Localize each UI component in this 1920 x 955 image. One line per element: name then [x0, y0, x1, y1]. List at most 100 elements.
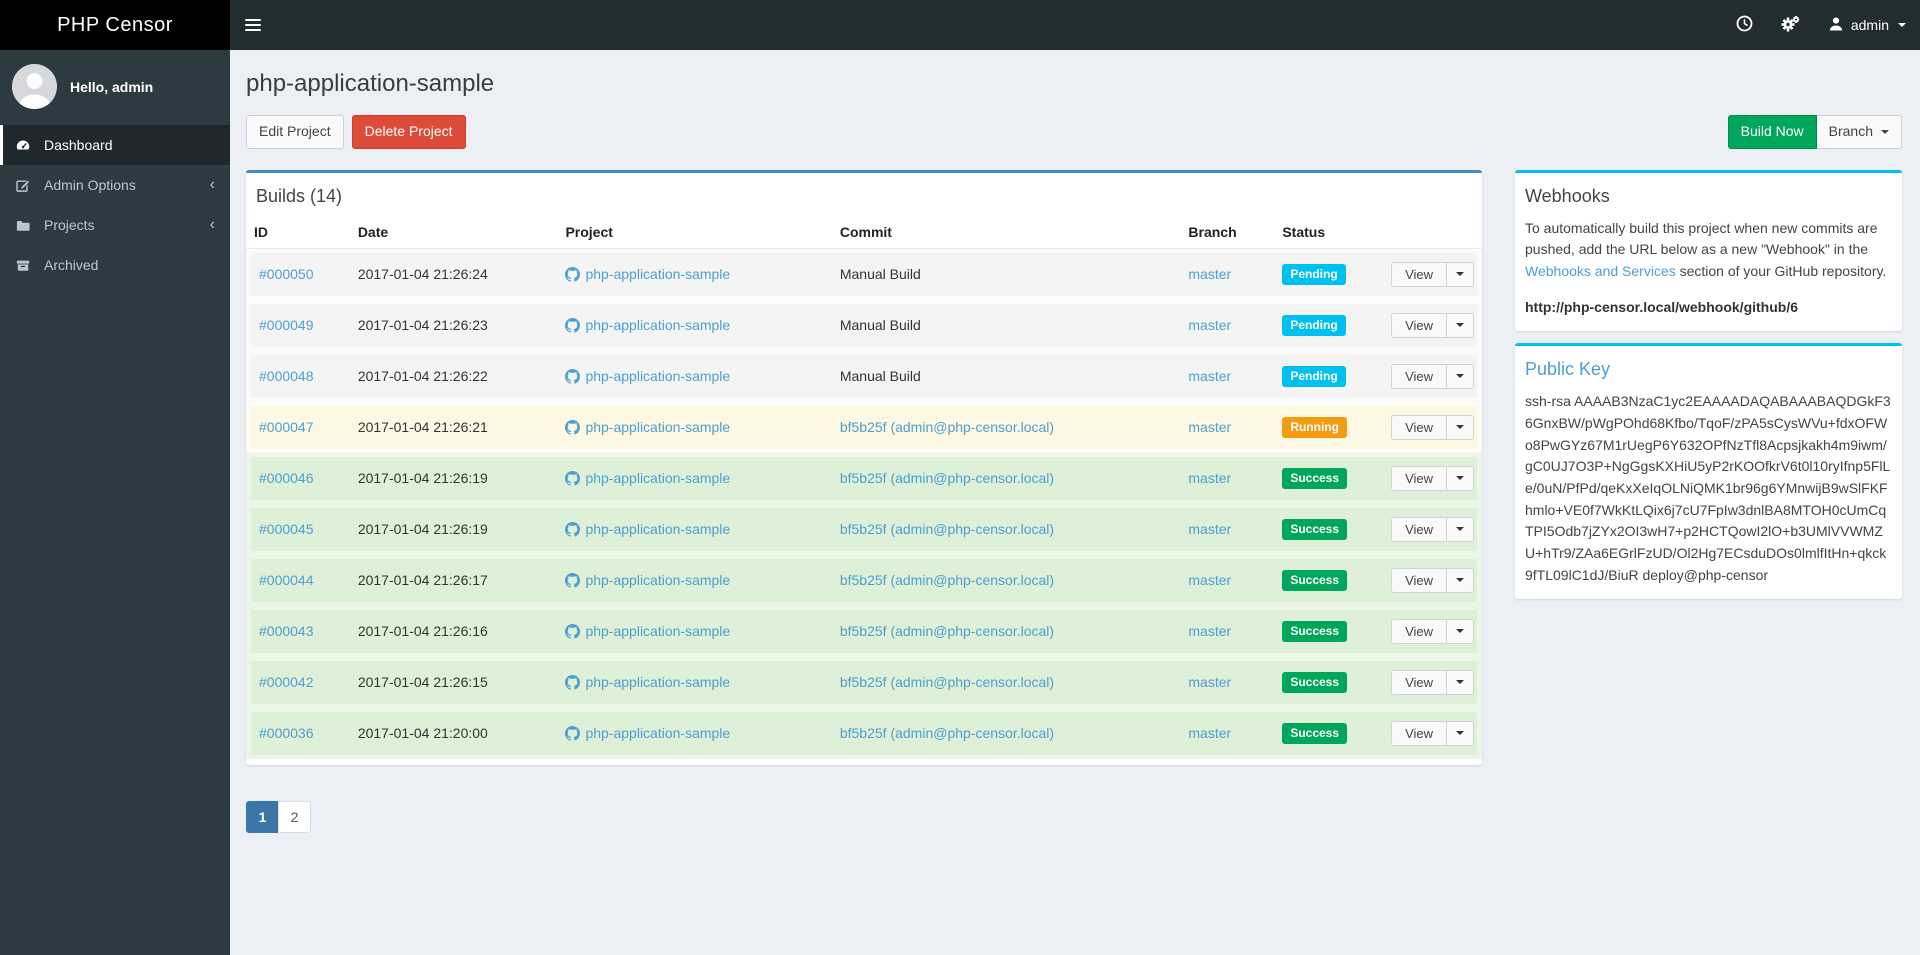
view-button[interactable]: View [1391, 312, 1448, 338]
build-branch-link[interactable]: master [1188, 674, 1231, 690]
view-dropdown-toggle[interactable] [1447, 465, 1475, 491]
build-commit[interactable]: bf5b25f (admin@php-censor.local) [840, 521, 1054, 537]
view-dropdown-toggle[interactable] [1447, 567, 1475, 593]
view-button-group: View [1391, 312, 1475, 338]
build-commit[interactable]: bf5b25f (admin@php-censor.local) [840, 725, 1054, 741]
sidebar-item-projects[interactable]: Projects ‹ [0, 205, 230, 245]
build-branch-link[interactable]: master [1188, 419, 1231, 435]
sidebar-toggle-button[interactable] [230, 0, 276, 50]
project-link-label[interactable]: php-application-sample [585, 521, 730, 537]
view-button-group: View [1391, 618, 1475, 644]
builds-panel: Builds (14) ID Date Project Commit Branc… [246, 169, 1482, 765]
pencil-square-icon [15, 178, 35, 193]
webhooks-description: To automatically build this project when… [1525, 218, 1892, 283]
builds-table-header-row: ID Date Project Commit Branch Status [246, 216, 1482, 249]
pagination: 1 2 [246, 800, 311, 833]
build-id-link[interactable]: #000042 [259, 674, 314, 690]
view-button[interactable]: View [1391, 261, 1448, 287]
build-commit[interactable]: Manual Build [840, 266, 921, 282]
build-id-link[interactable]: #000047 [259, 419, 314, 435]
view-button-group: View [1391, 516, 1475, 542]
view-button-group: View [1391, 720, 1475, 746]
view-button[interactable]: View [1391, 720, 1448, 746]
view-dropdown-toggle[interactable] [1447, 669, 1475, 695]
build-branch-link[interactable]: master [1188, 725, 1231, 741]
build-id-link[interactable]: #000036 [259, 725, 314, 741]
build-commit[interactable]: bf5b25f (admin@php-censor.local) [840, 419, 1054, 435]
project-link-label[interactable]: php-application-sample [585, 470, 730, 486]
view-button-group: View [1391, 261, 1475, 287]
sidebar-item-admin-options[interactable]: Admin Options ‹ [0, 165, 230, 205]
view-button[interactable]: View [1391, 669, 1448, 695]
build-branch-link[interactable]: master [1188, 521, 1231, 537]
build-branch-link[interactable]: master [1188, 368, 1231, 384]
build-id-link[interactable]: #000044 [259, 572, 314, 588]
status-badge: Success [1282, 518, 1348, 540]
view-dropdown-toggle[interactable] [1447, 363, 1475, 389]
build-branch-link[interactable]: master [1188, 266, 1231, 282]
settings-button[interactable] [1767, 0, 1814, 50]
archive-box-icon [15, 258, 35, 273]
app-logo[interactable]: PHP Censor [0, 0, 230, 50]
pagination-page-2[interactable]: 2 [278, 800, 311, 833]
pagination-page-1[interactable]: 1 [246, 800, 279, 833]
build-id-link[interactable]: #000043 [259, 623, 314, 639]
view-dropdown-toggle[interactable] [1447, 261, 1475, 287]
build-branch-link[interactable]: master [1188, 470, 1231, 486]
view-button-group: View [1391, 669, 1475, 695]
view-dropdown-toggle[interactable] [1447, 516, 1475, 542]
build-id-link[interactable]: #000049 [259, 317, 314, 333]
project-link-label[interactable]: php-application-sample [585, 419, 730, 435]
build-queue-button[interactable] [1722, 0, 1767, 50]
build-commit[interactable]: bf5b25f (admin@php-censor.local) [840, 674, 1054, 690]
build-now-button[interactable]: Build Now [1727, 115, 1817, 149]
view-button[interactable]: View [1391, 363, 1448, 389]
sidebar-item-dashboard[interactable]: Dashboard [0, 125, 230, 165]
view-dropdown-toggle[interactable] [1447, 414, 1475, 440]
project-link-label[interactable]: php-application-sample [585, 623, 730, 639]
view-button[interactable]: View [1391, 567, 1448, 593]
build-id-link[interactable]: #000046 [259, 470, 314, 486]
webhooks-services-link[interactable]: Webhooks and Services [1525, 263, 1676, 279]
col-header-date: Date [349, 216, 558, 249]
webhooks-panel-title: Webhooks [1525, 185, 1610, 206]
delete-project-button[interactable]: Delete Project [351, 115, 466, 149]
view-dropdown-toggle[interactable] [1447, 720, 1475, 746]
project-link-label[interactable]: php-application-sample [585, 572, 730, 588]
view-button[interactable]: View [1391, 516, 1448, 542]
project-link-label[interactable]: php-application-sample [585, 368, 730, 384]
project-link-label[interactable]: php-application-sample [585, 725, 730, 741]
github-icon [565, 623, 581, 639]
view-button-group: View [1391, 465, 1475, 491]
view-dropdown-toggle[interactable] [1447, 618, 1475, 644]
build-commit[interactable]: bf5b25f (admin@php-censor.local) [840, 470, 1054, 486]
user-menu-button[interactable]: admin [1814, 0, 1920, 50]
build-id-link[interactable]: #000050 [259, 266, 314, 282]
github-icon [565, 521, 581, 537]
caret-down-icon [1456, 425, 1465, 429]
cogs-icon [1781, 15, 1800, 35]
view-button[interactable]: View [1391, 465, 1448, 491]
build-commit[interactable]: Manual Build [840, 317, 921, 333]
public-key-panel-title[interactable]: Public Key [1525, 359, 1610, 379]
build-branch-link[interactable]: master [1188, 572, 1231, 588]
view-button[interactable]: View [1391, 414, 1448, 440]
build-branch-link[interactable]: master [1188, 623, 1231, 639]
branch-dropdown-button[interactable]: Branch [1816, 115, 1902, 149]
caret-down-icon [1456, 527, 1465, 531]
status-badge: Pending [1282, 365, 1346, 387]
project-link-label[interactable]: php-application-sample [585, 317, 730, 333]
clock-icon [1736, 15, 1753, 35]
build-commit[interactable]: bf5b25f (admin@php-censor.local) [840, 572, 1054, 588]
project-link-label[interactable]: php-application-sample [585, 266, 730, 282]
project-link-label[interactable]: php-application-sample [585, 674, 730, 690]
sidebar-item-archived[interactable]: Archived [0, 245, 230, 285]
edit-project-button[interactable]: Edit Project [246, 115, 344, 149]
view-dropdown-toggle[interactable] [1447, 312, 1475, 338]
build-id-link[interactable]: #000045 [259, 521, 314, 537]
build-commit[interactable]: Manual Build [840, 368, 921, 384]
build-branch-link[interactable]: master [1188, 317, 1231, 333]
view-button[interactable]: View [1391, 618, 1448, 644]
build-commit[interactable]: bf5b25f (admin@php-censor.local) [840, 623, 1054, 639]
build-id-link[interactable]: #000048 [259, 368, 314, 384]
